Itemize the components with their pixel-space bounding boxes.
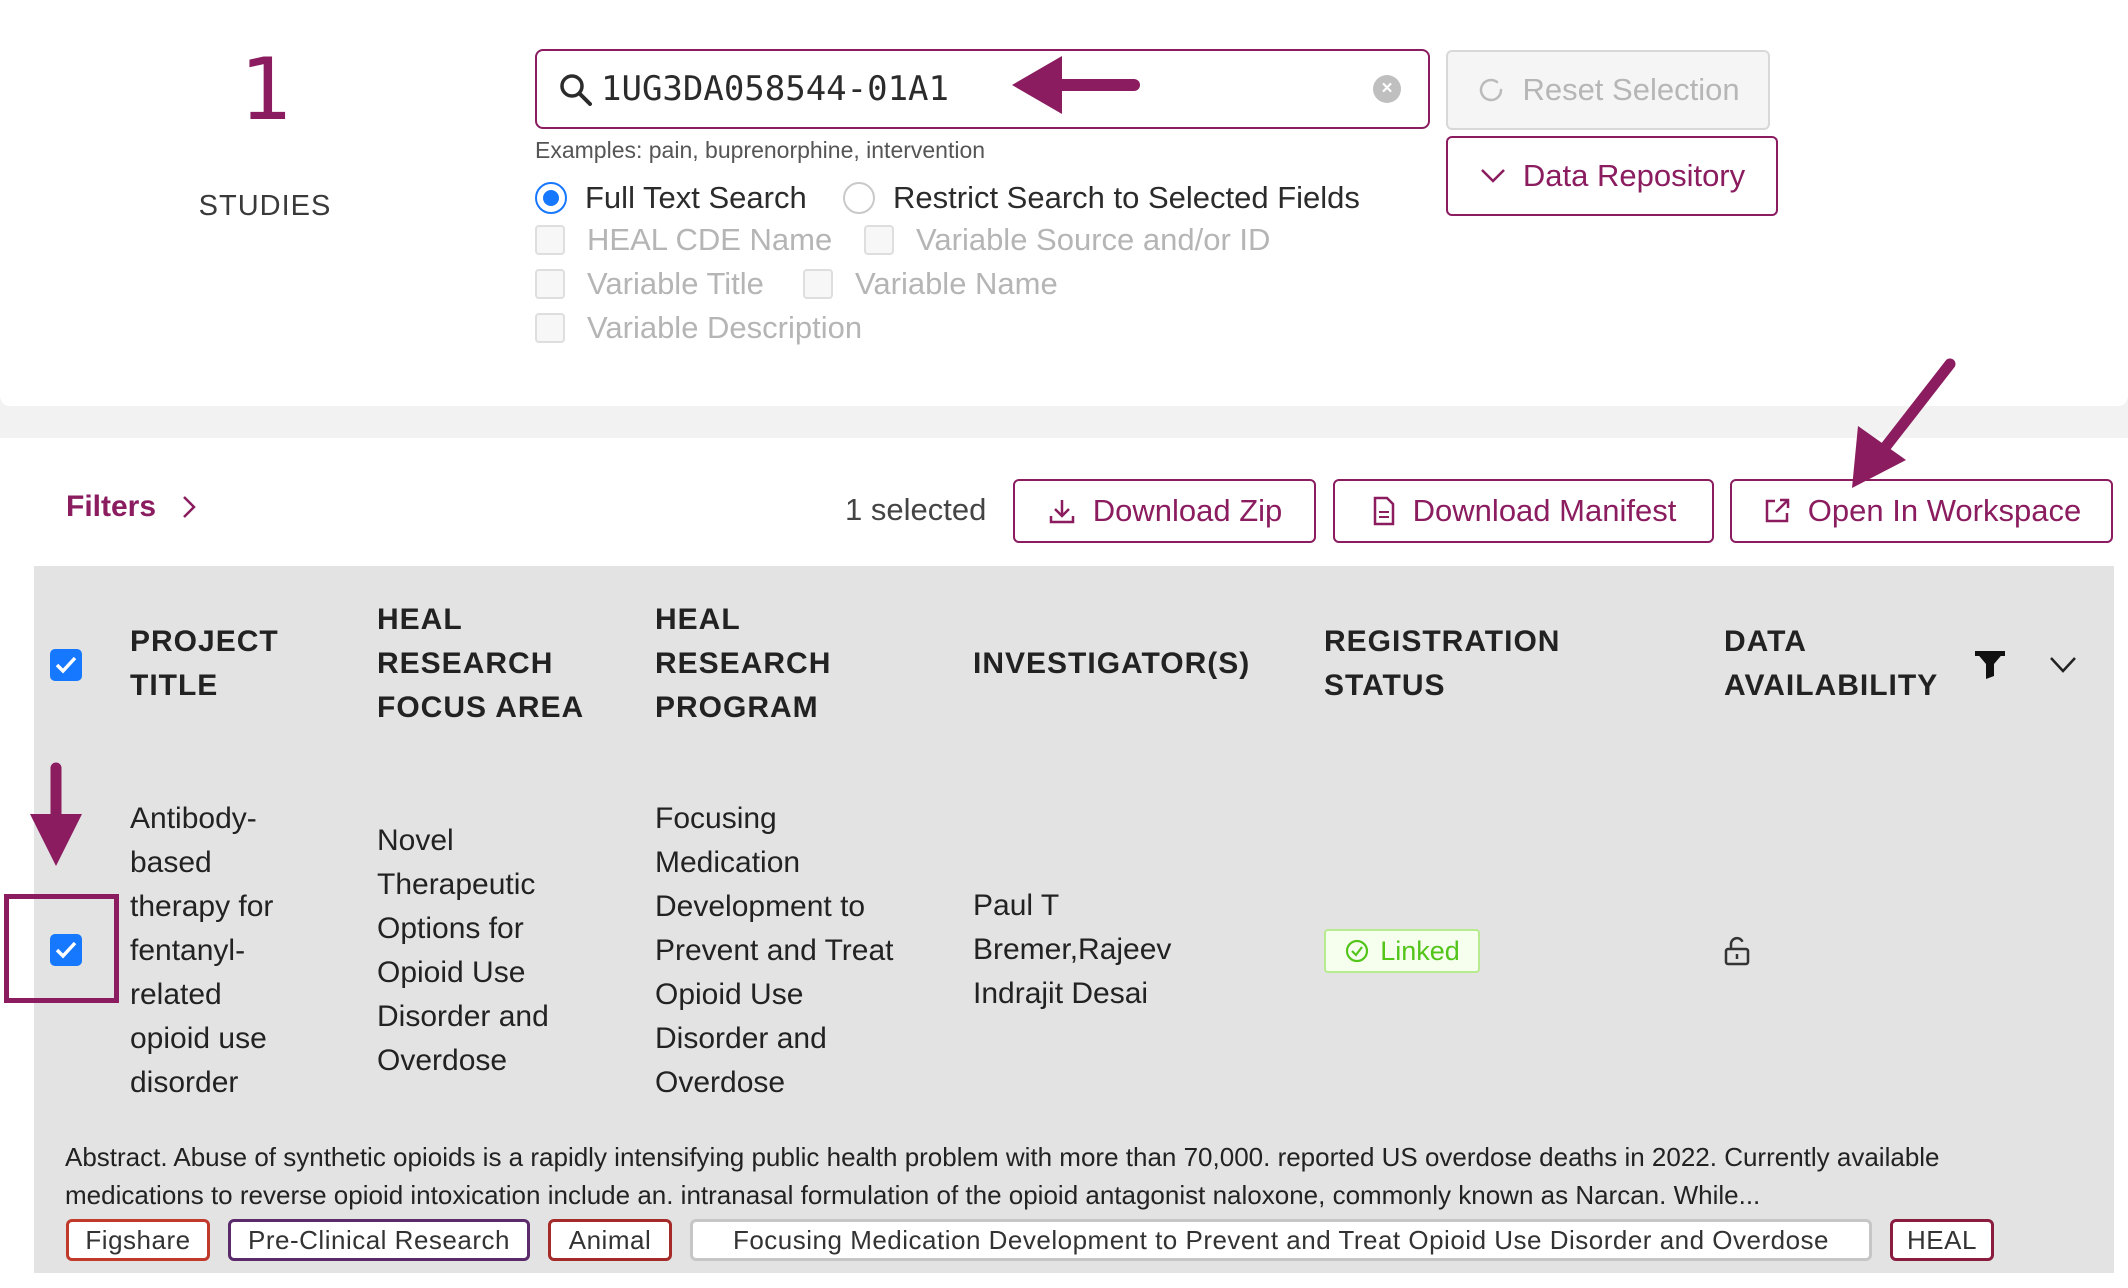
annotation-arrow-icon xyxy=(30,762,82,866)
checkmark-icon xyxy=(55,656,77,674)
checkbox-disabled xyxy=(535,313,565,343)
download-zip-label: Download Zip xyxy=(1092,493,1283,528)
search-examples: Examples: pain, buprenorphine, intervent… xyxy=(535,137,986,163)
full-text-search-label: Full Text Search xyxy=(585,180,807,215)
annotation-arrow-icon xyxy=(1852,358,1956,488)
select-all-checkbox[interactable] xyxy=(50,649,82,681)
field-label: Variable Title xyxy=(587,266,764,301)
header-registration-status[interactable]: REGISTRATION STATUS xyxy=(1324,620,1614,708)
chevron-right-icon xyxy=(183,496,196,518)
field-label: Variable Description xyxy=(587,310,863,345)
data-repository-button[interactable]: Data Repository xyxy=(1446,136,1778,216)
field-variable-title: Variable Title xyxy=(535,264,764,304)
selected-count: 1 selected xyxy=(845,492,987,527)
annotation-highlight-box xyxy=(4,894,119,1003)
filter-icon[interactable] xyxy=(1973,648,2007,680)
cell-project-title[interactable]: Antibody-based therapy for fentanyl-rela… xyxy=(130,797,310,1105)
cell-program: Focusing Medication Development to Preve… xyxy=(655,802,894,1099)
download-icon xyxy=(1049,500,1074,524)
checkbox-disabled xyxy=(864,225,894,255)
field-label: HEAL CDE Name xyxy=(587,222,833,257)
search-input[interactable] xyxy=(601,59,1341,119)
study-count: 1 xyxy=(239,40,291,140)
reset-icon xyxy=(1480,78,1503,102)
open-in-workspace-label: Open In Workspace xyxy=(1807,493,2082,528)
header-investigators[interactable]: INVESTIGATOR(S) xyxy=(973,642,1273,686)
reset-selection-label: Reset Selection xyxy=(1522,72,1740,107)
external-link-icon xyxy=(1765,498,1790,523)
tag-animal[interactable]: Animal xyxy=(548,1219,672,1261)
tag-heal[interactable]: HEAL xyxy=(1890,1219,1994,1261)
field-variable-source: Variable Source and/or ID xyxy=(864,220,1270,260)
reset-selection-button[interactable]: Reset Selection xyxy=(1446,50,1770,130)
field-heal-cde-name: HEAL CDE Name xyxy=(535,220,832,260)
status-label: Linked xyxy=(1380,935,1460,966)
field-label: Variable Name xyxy=(855,266,1058,301)
clear-search-icon[interactable]: × xyxy=(1373,75,1401,103)
abstract-text: Abstract. Abuse of synthetic opioids is … xyxy=(65,1142,1940,1210)
radio-checked[interactable] xyxy=(535,182,567,214)
tag-program[interactable]: Focusing Medication Development to Preve… xyxy=(690,1219,1872,1261)
annotation-arrow-icon xyxy=(1012,56,1140,114)
chevron-down-icon xyxy=(1480,169,1505,183)
field-variable-name: Variable Name xyxy=(803,264,1058,304)
header-data-availability[interactable]: DATA AVAILABILITY xyxy=(1724,620,1974,708)
download-manifest-label: Download Manifest xyxy=(1412,493,1677,528)
download-zip-button[interactable]: Download Zip xyxy=(1013,479,1316,543)
checkbox-disabled xyxy=(535,269,565,299)
download-manifest-button[interactable]: Download Manifest xyxy=(1333,479,1714,543)
field-label: Variable Source and/or ID xyxy=(916,222,1271,257)
unlock-icon xyxy=(1724,936,1750,966)
header-project-title[interactable]: PROJECT TITLE xyxy=(130,620,310,708)
full-text-search-radio[interactable]: Full Text Search xyxy=(535,178,807,218)
expand-chevron-icon[interactable] xyxy=(2048,654,2078,676)
cell-investigators: Paul T Bremer,Rajeev Indrajit Desai xyxy=(973,889,1172,1010)
filters-label: Filters xyxy=(66,490,157,523)
filters-toggle[interactable]: Filters xyxy=(66,490,198,524)
tag-pre-clinical-research[interactable]: Pre-Clinical Research xyxy=(228,1219,530,1261)
checkbox-disabled xyxy=(535,225,565,255)
restrict-search-label: Restrict Search to Selected Fields xyxy=(893,180,1360,215)
study-count-label: STUDIES xyxy=(198,190,332,222)
search-box[interactable]: × xyxy=(535,49,1430,129)
header-focus-area[interactable]: HEAL RESEARCH FOCUS AREA xyxy=(377,598,607,730)
checkbox-disabled xyxy=(803,269,833,299)
header-program[interactable]: HEAL RESEARCH PROGRAM xyxy=(655,598,855,730)
cell-focus-area: Novel Therapeutic Options for Opioid Use… xyxy=(377,824,549,1077)
check-circle-icon xyxy=(1346,939,1369,963)
tag-figshare[interactable]: Figshare xyxy=(66,1219,210,1261)
file-icon xyxy=(1373,496,1394,526)
field-variable-description: Variable Description xyxy=(535,308,862,348)
search-icon xyxy=(560,74,592,106)
radio-unchecked[interactable] xyxy=(843,182,875,214)
restrict-search-radio[interactable]: Restrict Search to Selected Fields xyxy=(843,178,1360,218)
status-badge: Linked xyxy=(1324,929,1480,973)
data-repository-label: Data Repository xyxy=(1522,158,1746,193)
